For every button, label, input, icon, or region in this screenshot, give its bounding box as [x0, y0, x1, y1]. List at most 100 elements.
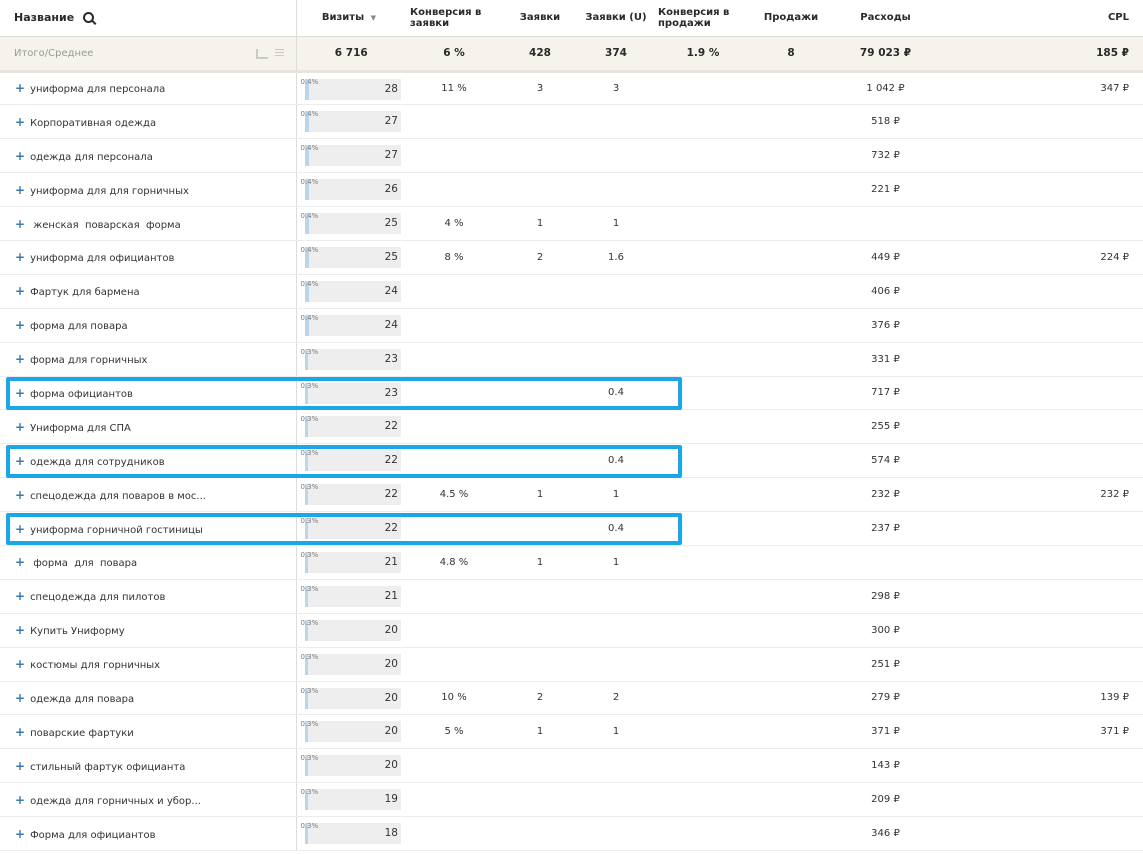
plus-icon[interactable]: +: [15, 149, 25, 163]
cell-conversion-requests: [406, 376, 502, 411]
table-row[interactable]: + Фартук для бармена 0.4% 24 406 ₽: [0, 274, 1143, 309]
plus-icon[interactable]: +: [15, 352, 25, 366]
visits-share-label: 0.3%: [300, 788, 319, 797]
table-row[interactable]: + костюмы для горничных 0.3% 20 251 ₽: [0, 647, 1143, 682]
cell-name[interactable]: + форма официантов: [0, 376, 297, 411]
table-row[interactable]: + форма для повара 0.4% 24 376 ₽: [0, 308, 1143, 343]
row-name: униформа для персонала: [30, 84, 166, 96]
cell-requests: 3: [502, 71, 578, 106]
cell-name[interactable]: + форма для горничных: [0, 342, 297, 377]
list-icon[interactable]: [274, 48, 284, 57]
cell-name[interactable]: + одежда для сотрудников: [0, 443, 297, 479]
cell-name[interactable]: + одежда для горничных и убор...: [0, 782, 297, 818]
plus-icon[interactable]: +: [15, 589, 25, 603]
plus-icon[interactable]: +: [15, 318, 25, 332]
plus-icon[interactable]: +: [15, 81, 25, 95]
cell-name[interactable]: + женская поварская форма: [0, 206, 297, 241]
table-row[interactable]: + одежда для сотрудников 0.3% 22 0.4 574 ₽: [0, 443, 1143, 479]
chart-icon[interactable]: [255, 48, 268, 59]
column-header-requests-unique[interactable]: Заявки (U): [578, 0, 654, 37]
cell-name[interactable]: + форма для повара: [0, 308, 297, 343]
column-header-name[interactable]: Название: [0, 0, 297, 37]
table-row[interactable]: + поварские фартуки 0.3% 20 5 % 1 1 371 ₽371 ₽: [0, 714, 1143, 750]
cell-name[interactable]: + Униформа для СПА: [0, 409, 297, 445]
plus-icon[interactable]: +: [15, 793, 25, 807]
cell-name[interactable]: + униформа для для горничных: [0, 172, 297, 208]
column-header-costs[interactable]: Расходы: [830, 0, 941, 37]
column-header-conversion-requests[interactable]: Конверсия в заявки: [406, 0, 502, 37]
cell-name[interactable]: + Корпоративная одежда: [0, 104, 297, 140]
column-header-requests[interactable]: Заявки: [502, 0, 578, 37]
plus-icon[interactable]: +: [15, 217, 25, 231]
cell-name[interactable]: + Фартук для бармена: [0, 274, 297, 309]
table-row[interactable]: + одежда для горничных и убор... 0.3% 19 209…: [0, 782, 1143, 818]
cell-name[interactable]: + спецодежда для пилотов: [0, 579, 297, 614]
plus-icon[interactable]: +: [15, 555, 25, 569]
plus-icon[interactable]: +: [15, 250, 25, 264]
plus-icon[interactable]: +: [15, 623, 25, 637]
table-row[interactable]: + униформа горничной гостиницы 0.3% 22 0.4 23…: [0, 511, 1143, 546]
plus-icon[interactable]: +: [15, 759, 25, 773]
table-row[interactable]: + униформа для официантов 0.4% 25 8 % 2 1.6 449…: [0, 240, 1143, 275]
cell-visits: 0.4% 27: [296, 104, 406, 140]
visits-share-label: 0.4%: [300, 144, 319, 153]
cell-sales: [752, 748, 830, 784]
plus-icon[interactable]: +: [15, 488, 25, 502]
table-row[interactable]: + униформа для для горничных 0.4% 26 221 ₽: [0, 172, 1143, 208]
plus-icon[interactable]: +: [15, 420, 25, 434]
table-row[interactable]: + форма для повара 0.3% 21 4.8 % 1 1: [0, 545, 1143, 580]
cell-conversion-requests: 5 %: [406, 714, 502, 750]
table-row[interactable]: + одежда для персонала 0.4% 27 732 ₽: [0, 138, 1143, 174]
table-row[interactable]: + спецодежда для пилотов 0.3% 21 298 ₽: [0, 579, 1143, 614]
visits-value: 25: [384, 250, 398, 263]
table-row[interactable]: + Форма для официантов 0.3% 18 346 ₽: [0, 816, 1143, 851]
column-header-costs-label: Расходы: [860, 12, 911, 24]
plus-icon[interactable]: +: [15, 657, 25, 671]
cell-name[interactable]: + костюмы для горничных: [0, 647, 297, 682]
table-row[interactable]: + одежда для повара 0.3% 20 10 % 2 2 279 ₽139 ₽: [0, 681, 1143, 716]
cell-name[interactable]: + униформа для персонала: [0, 71, 297, 106]
cell-name[interactable]: + униформа для официантов: [0, 240, 297, 275]
plus-icon[interactable]: +: [15, 725, 25, 739]
cell-sales: [752, 206, 830, 241]
table-row[interactable]: + Корпоративная одежда 0.4% 27 518 ₽: [0, 104, 1143, 140]
table-row[interactable]: + форма для горничных 0.3% 23 331 ₽: [0, 342, 1143, 377]
cell-name[interactable]: + униформа горничной гостиницы: [0, 511, 297, 546]
column-header-sales[interactable]: Продажи: [752, 0, 830, 37]
row-name: одежда для повара: [30, 693, 135, 705]
visits-share-label: 0.3%: [300, 652, 319, 661]
plus-icon[interactable]: +: [15, 454, 25, 468]
cell-name[interactable]: + одежда для персонала: [0, 138, 297, 174]
search-icon[interactable]: [82, 12, 94, 23]
cell-name[interactable]: + стильный фартук официанта: [0, 748, 297, 784]
column-header-visits[interactable]: Визиты ▼: [296, 0, 406, 37]
table-row[interactable]: + Купить Униформу 0.3% 20 300 ₽: [0, 613, 1143, 648]
cell-name[interactable]: + одежда для повара: [0, 681, 297, 716]
cell-name[interactable]: + Форма для официантов: [0, 816, 297, 851]
cell-sales: [752, 816, 830, 851]
table-row[interactable]: + стильный фартук официанта 0.3% 20 143 ₽: [0, 748, 1143, 784]
table-row[interactable]: + униформа для персонала 0.4% 28 11 % 3 3 1 042…: [0, 71, 1143, 106]
plus-icon[interactable]: +: [15, 691, 25, 705]
plus-icon[interactable]: +: [15, 522, 25, 536]
plus-icon[interactable]: +: [15, 284, 25, 298]
sort-desc-icon[interactable]: ▼: [371, 14, 376, 22]
plus-icon[interactable]: +: [15, 115, 25, 129]
cell-name[interactable]: + Купить Униформу: [0, 613, 297, 648]
table-row[interactable]: + спецодежда для поваров в мос... 0.3% 22 4.…: [0, 477, 1143, 513]
cell-name[interactable]: + поварские фартуки: [0, 714, 297, 750]
plus-icon[interactable]: +: [15, 827, 25, 841]
cell-name[interactable]: + форма для повара: [0, 545, 297, 580]
cell-costs: 717 ₽: [830, 376, 941, 411]
plus-icon[interactable]: +: [15, 183, 25, 197]
table-row[interactable]: + форма официантов 0.3% 23 0.4 717 ₽: [0, 376, 1143, 411]
column-header-conversion-sales[interactable]: Конверсия в продажи: [654, 0, 752, 37]
table-row[interactable]: + женская поварская форма 0.4% 25 4 % 1 1: [0, 206, 1143, 241]
cell-conversion-sales: [654, 816, 752, 851]
column-header-cpl[interactable]: CPL: [941, 0, 1143, 37]
cell-cpl: [941, 376, 1143, 411]
plus-icon[interactable]: +: [15, 386, 25, 400]
table-row[interactable]: + Униформа для СПА 0.3% 22 255 ₽: [0, 409, 1143, 445]
cell-costs: 449 ₽: [830, 240, 941, 275]
cell-name[interactable]: + спецодежда для поваров в мос...: [0, 477, 297, 513]
